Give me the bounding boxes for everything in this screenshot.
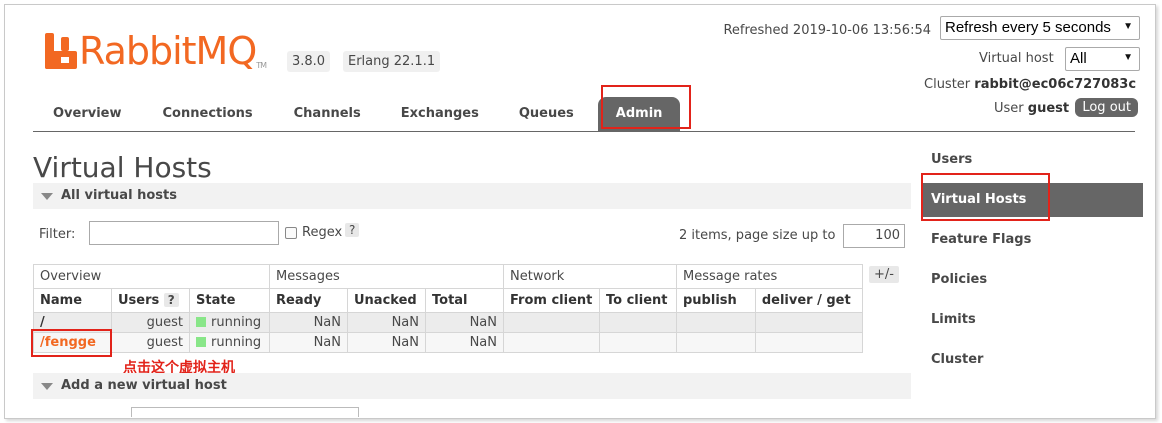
tab-overview[interactable]: Overview bbox=[33, 97, 142, 131]
regex-help-button[interactable]: ? bbox=[345, 223, 360, 237]
refresh-interval-value: Refresh every 5 seconds bbox=[945, 19, 1111, 36]
tab-connections[interactable]: Connections bbox=[142, 97, 274, 131]
col-total[interactable]: Total bbox=[425, 288, 504, 313]
rabbitmq-logo-icon bbox=[45, 33, 77, 69]
vhost-ready: NaN bbox=[269, 332, 348, 353]
collapse-triangle-icon bbox=[41, 193, 53, 200]
chevron-down-icon: ▼ bbox=[1123, 52, 1133, 63]
users-help-button[interactable]: ? bbox=[163, 293, 179, 307]
tab-queues[interactable]: Queues bbox=[499, 97, 594, 131]
sidebar-item-cluster[interactable]: Cluster bbox=[921, 343, 1143, 377]
virtual-hosts-table: Overview Messages Network Message rates … bbox=[33, 264, 864, 353]
app-window: RabbitMQTM 3.8.0 Erlang 22.1.1 Refreshed… bbox=[4, 4, 1156, 419]
col-ready[interactable]: Ready bbox=[269, 288, 348, 313]
vhost-deliver-get bbox=[754, 312, 864, 333]
add-virtual-host-section[interactable]: Add a new virtual host bbox=[33, 373, 911, 399]
col-deliver-get[interactable]: deliver / get bbox=[754, 288, 864, 313]
table-row: / guest running NaN NaN NaN bbox=[33, 312, 864, 333]
vhost-publish bbox=[676, 312, 756, 333]
section-title: Add a new virtual host bbox=[61, 378, 227, 393]
vhost-users: guest bbox=[111, 312, 190, 333]
col-publish[interactable]: publish bbox=[676, 288, 756, 313]
col-unacked[interactable]: Unacked bbox=[347, 288, 426, 313]
rabbitmq-logo[interactable]: RabbitMQTM bbox=[45, 29, 267, 73]
sidebar-item-users[interactable]: Users bbox=[921, 143, 1143, 177]
regex-label: Regex bbox=[302, 225, 343, 240]
status-indicator-icon bbox=[196, 317, 206, 327]
vhost-users: guest bbox=[111, 332, 190, 353]
vhost-state: running bbox=[189, 312, 270, 333]
group-messages: Messages bbox=[269, 264, 504, 289]
rabbitmq-version-badge: 3.8.0 bbox=[287, 51, 331, 72]
col-from-client[interactable]: From client bbox=[503, 288, 600, 313]
all-virtual-hosts-section[interactable]: All virtual hosts bbox=[33, 183, 911, 209]
virtual-host-select[interactable]: All ▼ bbox=[1065, 47, 1140, 71]
vhost-total: NaN bbox=[425, 312, 504, 333]
logo-text: RabbitMQTM bbox=[79, 29, 267, 73]
vhost-state: running bbox=[189, 332, 270, 353]
vhost-to-client bbox=[599, 312, 677, 333]
vhost-deliver-get bbox=[754, 332, 864, 353]
cluster-info: Cluster rabbit@ec06c727083c bbox=[924, 77, 1137, 92]
column-toggle-button[interactable]: +/- bbox=[869, 266, 899, 283]
filter-input[interactable] bbox=[89, 221, 279, 245]
col-state[interactable]: State bbox=[189, 288, 270, 313]
sidebar-item-feature-flags[interactable]: Feature Flags bbox=[921, 223, 1143, 257]
sidebar-item-policies[interactable]: Policies bbox=[921, 263, 1143, 297]
vhost-publish bbox=[676, 332, 756, 353]
page-size-input[interactable]: 100 bbox=[843, 224, 905, 248]
collapse-triangle-icon bbox=[41, 383, 53, 390]
vhost-name-input[interactable] bbox=[131, 407, 359, 417]
vhost-from-client bbox=[503, 312, 600, 333]
main-tabs: Overview Connections Channels Exchanges … bbox=[33, 97, 1155, 131]
highlight-box-admin bbox=[601, 85, 691, 129]
group-overview: Overview bbox=[33, 264, 270, 289]
chevron-down-icon: ▼ bbox=[1123, 21, 1133, 32]
items-count-text: 2 items, page size up to bbox=[679, 228, 836, 243]
tab-channels[interactable]: Channels bbox=[274, 97, 381, 131]
group-message-rates: Message rates bbox=[676, 264, 863, 289]
filter-label: Filter: bbox=[39, 227, 76, 242]
col-name[interactable]: Name bbox=[33, 288, 112, 313]
vhost-unacked: NaN bbox=[347, 332, 426, 353]
vhost-total: NaN bbox=[425, 332, 504, 353]
group-network: Network bbox=[503, 264, 677, 289]
vhost-to-client bbox=[599, 332, 677, 353]
page-title: Virtual Hosts bbox=[33, 151, 212, 184]
refresh-interval-select[interactable]: Refresh every 5 seconds ▼ bbox=[940, 16, 1140, 40]
table-row: /fengge guest running NaN NaN NaN bbox=[33, 332, 864, 353]
col-users: Users ? bbox=[111, 288, 190, 313]
virtual-host-label: Virtual host bbox=[979, 51, 1054, 66]
cluster-name: rabbit@ec06c727083c bbox=[974, 77, 1137, 92]
vhost-from-client bbox=[503, 332, 600, 353]
highlight-box-virtual-hosts bbox=[921, 173, 1050, 221]
vhost-ready: NaN bbox=[269, 312, 348, 333]
refreshed-timestamp: Refreshed 2019-10-06 13:56:54 bbox=[723, 23, 931, 38]
sidebar-item-limits[interactable]: Limits bbox=[921, 303, 1143, 337]
highlight-box-fengge bbox=[31, 329, 112, 357]
section-title: All virtual hosts bbox=[61, 188, 177, 203]
regex-checkbox[interactable] bbox=[285, 227, 297, 239]
status-indicator-icon bbox=[196, 337, 206, 347]
vhost-unacked: NaN bbox=[347, 312, 426, 333]
tab-exchanges[interactable]: Exchanges bbox=[381, 97, 499, 131]
virtual-host-value: All bbox=[1070, 50, 1087, 67]
tab-divider bbox=[33, 131, 1135, 132]
col-to-client[interactable]: To client bbox=[599, 288, 677, 313]
erlang-version-badge: Erlang 22.1.1 bbox=[343, 51, 441, 72]
